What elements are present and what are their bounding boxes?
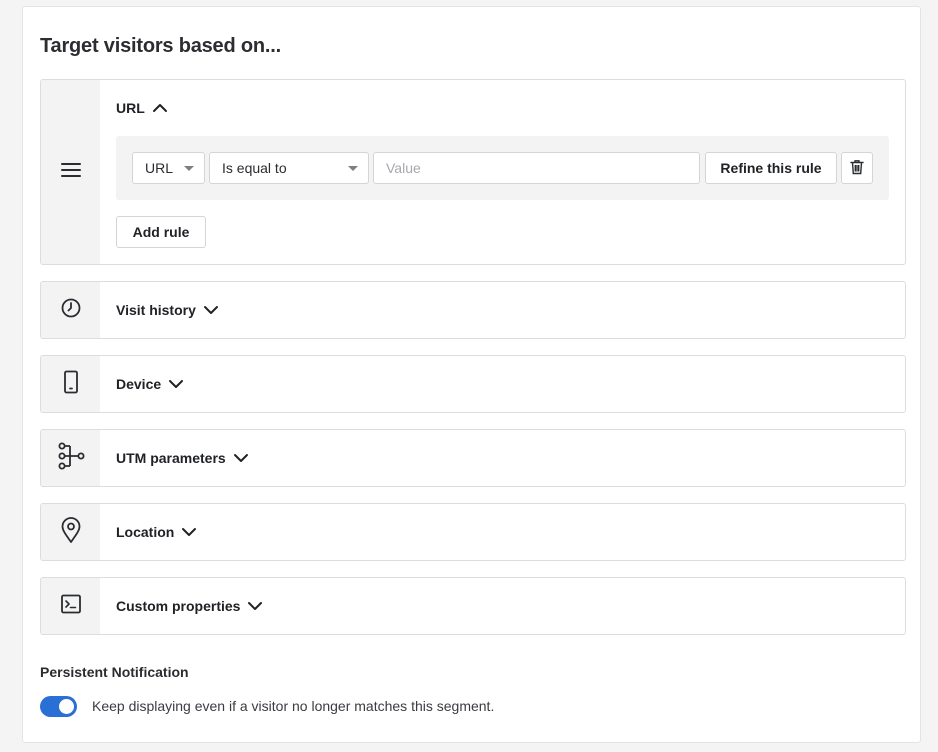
persistent-notification-toggle[interactable] (40, 696, 77, 717)
section-custom-properties-handle[interactable] (41, 578, 100, 634)
terminal-icon (60, 593, 82, 620)
rule-field-select[interactable]: URL (132, 152, 205, 184)
section-visit-history-title: Visit history (116, 302, 196, 318)
chevron-down-icon (168, 379, 184, 389)
section-url-toggle[interactable]: URL (116, 100, 168, 116)
menu-lines-icon (60, 161, 82, 184)
section-utm-toggle[interactable]: UTM parameters (116, 450, 249, 466)
chevron-down-icon (247, 601, 263, 611)
clock-icon (60, 297, 82, 324)
caret-down-icon (348, 166, 358, 171)
add-rule-label: Add rule (132, 224, 190, 240)
section-device-title: Device (116, 376, 162, 392)
section-visit-history-handle[interactable] (41, 282, 100, 338)
chevron-down-icon (233, 453, 249, 463)
section-visit-history: Visit history (40, 281, 906, 339)
refine-rule-button[interactable]: Refine this rule (705, 152, 837, 184)
section-device-handle[interactable] (41, 356, 100, 412)
url-rule-row: URL Is equal to Refine this rule (116, 136, 889, 200)
add-rule-button[interactable]: Add rule (116, 216, 206, 248)
page-title: Target visitors based on... (40, 35, 281, 57)
section-utm-title: UTM parameters (116, 450, 226, 466)
section-device-toggle[interactable]: Device (116, 376, 184, 392)
rule-value-input[interactable] (373, 152, 700, 184)
caret-down-icon (184, 166, 194, 171)
section-location-title: Location (116, 524, 175, 540)
branch-icon (56, 441, 86, 476)
rule-operator-select[interactable]: Is equal to (209, 152, 369, 184)
delete-rule-button[interactable] (841, 152, 873, 184)
chevron-down-icon (181, 527, 197, 537)
trash-icon (850, 159, 864, 178)
chevron-up-icon (152, 103, 168, 113)
rule-field-value: URL (145, 160, 174, 176)
section-utm-handle[interactable] (41, 430, 100, 486)
persistent-notification-label: Persistent Notification (40, 664, 189, 680)
mobile-device-icon (62, 370, 80, 399)
section-url-title: URL (116, 100, 145, 116)
section-custom-properties-toggle[interactable]: Custom properties (116, 598, 263, 614)
section-device: Device (40, 355, 906, 413)
persistent-notification-description: Keep displaying even if a visitor no lon… (92, 698, 495, 714)
map-pin-icon (60, 516, 82, 549)
section-url-handle[interactable] (41, 80, 100, 264)
section-visit-history-toggle[interactable]: Visit history (116, 302, 219, 318)
section-location: Location (40, 503, 906, 561)
chevron-down-icon (203, 305, 219, 315)
refine-rule-label: Refine this rule (720, 160, 822, 176)
targeting-card: Target visitors based on... URL URL Is e… (22, 6, 921, 743)
section-utm: UTM parameters (40, 429, 906, 487)
section-custom-properties-title: Custom properties (116, 598, 241, 614)
toggle-knob (59, 699, 74, 714)
section-url: URL URL Is equal to Refine this rule (40, 79, 906, 265)
section-location-toggle[interactable]: Location (116, 524, 197, 540)
section-location-handle[interactable] (41, 504, 100, 560)
rule-operator-value: Is equal to (222, 160, 287, 176)
section-custom-properties: Custom properties (40, 577, 906, 635)
